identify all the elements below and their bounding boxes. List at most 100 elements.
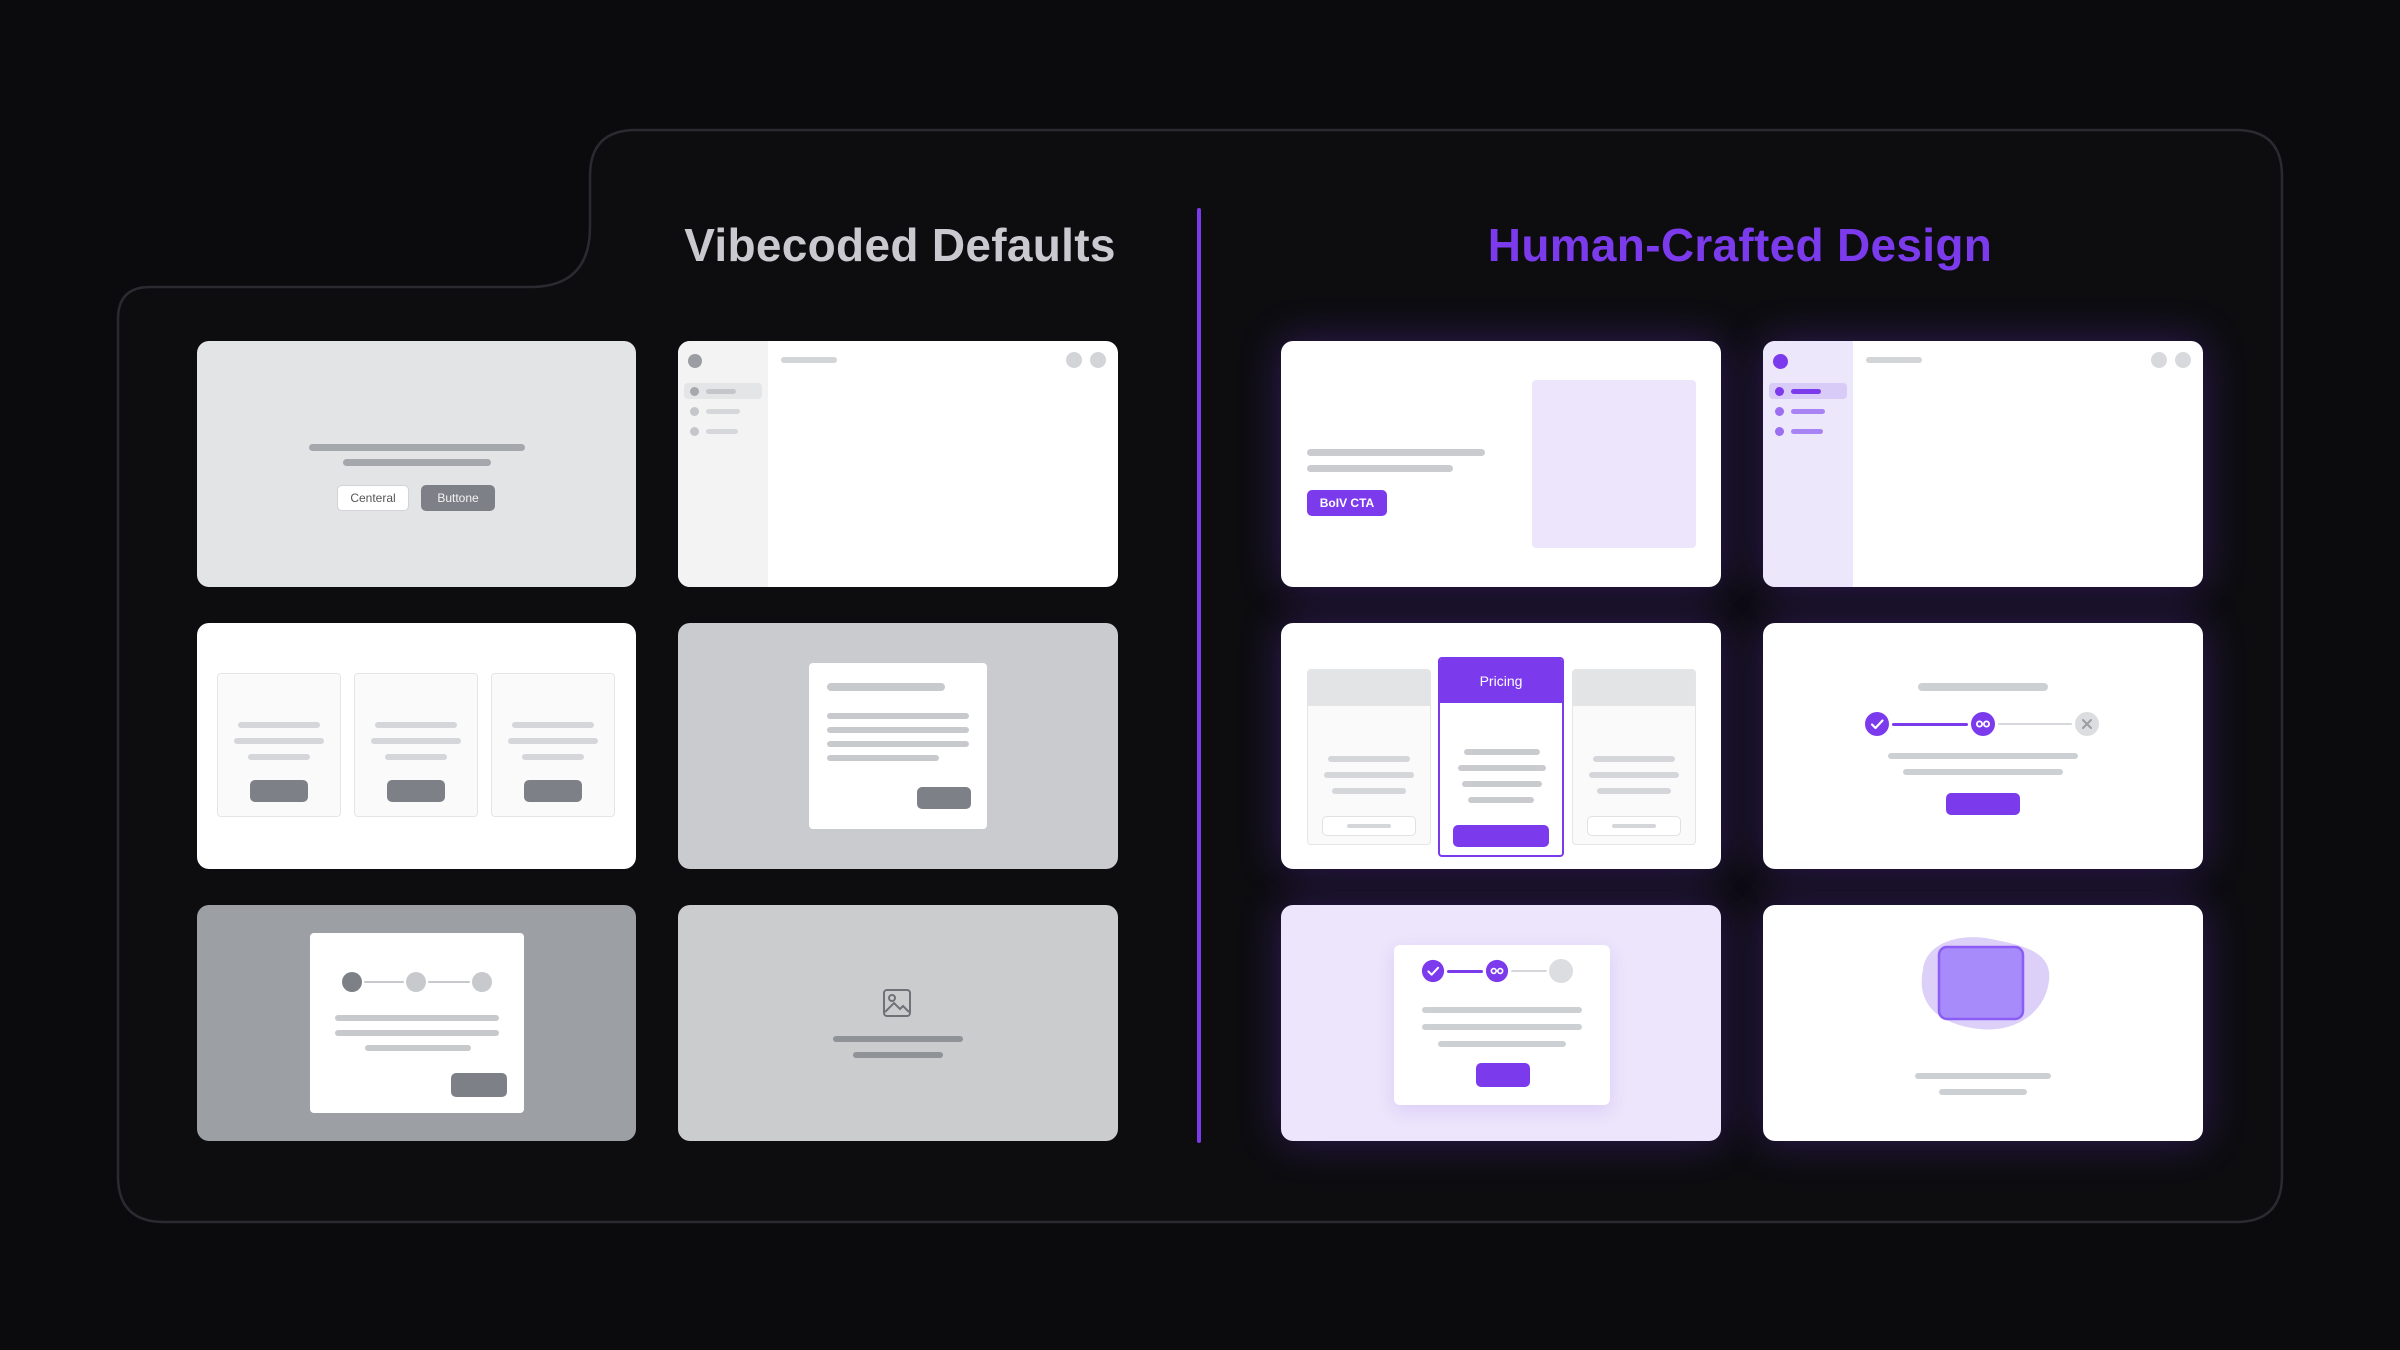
text-line (1903, 769, 2063, 775)
card-pricing[interactable]: Pricing (1281, 623, 1721, 869)
tier-button[interactable] (1322, 816, 1416, 836)
card-button[interactable] (524, 780, 582, 802)
text-line (365, 1045, 471, 1051)
sidebar-item-line (1791, 409, 1825, 414)
sidebar-item-icon (690, 427, 699, 436)
check-icon (1865, 712, 1889, 736)
text-line (1422, 1007, 1582, 1013)
modal-dialog (809, 663, 987, 829)
card-sidebar-window[interactable] (678, 341, 1118, 587)
x-icon (2075, 712, 2099, 736)
continue-button[interactable] (1946, 793, 2020, 815)
pricing-tier-highlight: Pricing (1438, 657, 1564, 857)
tier-header (1573, 670, 1695, 706)
caption-line (1915, 1073, 2051, 1079)
tier-header (1308, 670, 1430, 706)
card-hero-cta[interactable]: BoIV CTA (1281, 341, 1721, 587)
step-dot-active (342, 972, 362, 992)
hero-image-placeholder (1532, 380, 1696, 548)
cta-button[interactable]: BoIV CTA (1307, 490, 1387, 516)
text-line (238, 722, 320, 728)
stepper-dialog (1394, 945, 1610, 1105)
pricing-label: Pricing (1479, 673, 1523, 689)
sidebar-item-line (706, 389, 736, 394)
text-line (335, 1015, 499, 1021)
text-line (375, 722, 457, 728)
centeral-button[interactable]: Centeral (337, 485, 409, 511)
window-control-icon[interactable] (1090, 352, 1106, 368)
caption-line (853, 1052, 943, 1058)
text-line (1589, 772, 1679, 778)
sidebar-item-icon (1775, 427, 1784, 436)
text-line (385, 754, 447, 760)
sidebar-item-line (706, 429, 738, 434)
blob-square-icon (1921, 937, 2050, 1030)
text-line (827, 713, 969, 719)
image-icon (883, 989, 911, 1017)
left-heading: Vibecoded Defaults (684, 219, 1116, 271)
sidebar (678, 341, 768, 587)
card-progress-steps[interactable] (1763, 623, 2203, 869)
subline (1307, 465, 1453, 472)
title-line (309, 444, 525, 451)
active-step-icon (1971, 712, 1995, 736)
tier-button[interactable] (1587, 816, 1681, 836)
text-line (508, 738, 598, 744)
window-title-line (1866, 357, 1922, 363)
card-stepper-accent[interactable] (1281, 905, 1721, 1141)
window-title-line (781, 357, 837, 363)
caption-line (833, 1036, 963, 1042)
sidebar-item-line (706, 409, 740, 414)
text-line (1458, 765, 1546, 771)
window-control-icon[interactable] (2151, 352, 2167, 368)
tier-button-primary[interactable] (1453, 825, 1549, 847)
pricing-tier (1307, 669, 1431, 845)
next-button[interactable] (451, 1073, 507, 1097)
text-line (1328, 756, 1410, 762)
card-three-cards[interactable] (197, 623, 636, 869)
text-line (1422, 1024, 1582, 1030)
step-dot (472, 972, 492, 992)
text-line (371, 738, 461, 744)
text-line (234, 738, 324, 744)
sidebar-item-icon (1775, 407, 1784, 416)
text-line (248, 754, 310, 760)
next-button[interactable] (1476, 1063, 1530, 1087)
text-line (1332, 788, 1406, 794)
card-modal[interactable] (678, 623, 1118, 869)
text-line (827, 755, 939, 761)
card-sidebar-window-accent[interactable] (1763, 341, 2203, 587)
title-line (1918, 683, 2048, 691)
buttone-button[interactable]: Buttone (421, 485, 495, 511)
card-stepper-modal[interactable] (197, 905, 636, 1141)
text-line (1593, 756, 1675, 762)
card-blob-illustration[interactable] (1763, 905, 2203, 1141)
step-dot (406, 972, 426, 992)
check-icon (1421, 959, 1445, 983)
modal-button[interactable] (917, 787, 971, 809)
stepper-dialog (310, 933, 524, 1113)
right-heading: Human-Crafted Design (1487, 219, 1993, 271)
sidebar-item-icon (690, 387, 699, 396)
step-connector (1511, 970, 1547, 972)
card-button[interactable] (387, 780, 445, 802)
sidebar-item-line (1791, 389, 1821, 394)
sidebar-item-line (1791, 429, 1823, 434)
window-control-icon[interactable] (2175, 352, 2191, 368)
card-centered-buttons[interactable]: Centeral Buttone (197, 341, 636, 587)
step-connector (364, 981, 404, 983)
text-line (1462, 781, 1542, 787)
card-image-placeholder[interactable] (678, 905, 1118, 1141)
text-line (1468, 797, 1534, 803)
window-control-icon[interactable] (1066, 352, 1082, 368)
text-line (827, 727, 969, 733)
step-connector (428, 981, 470, 983)
sidebar-item-icon (690, 407, 699, 416)
sidebar (1763, 341, 1853, 587)
feature-card (354, 673, 478, 817)
headline-line (1307, 449, 1485, 456)
feature-card (217, 673, 341, 817)
card-button[interactable] (250, 780, 308, 802)
app-dot (1773, 354, 1788, 369)
text-line (1888, 753, 2078, 759)
